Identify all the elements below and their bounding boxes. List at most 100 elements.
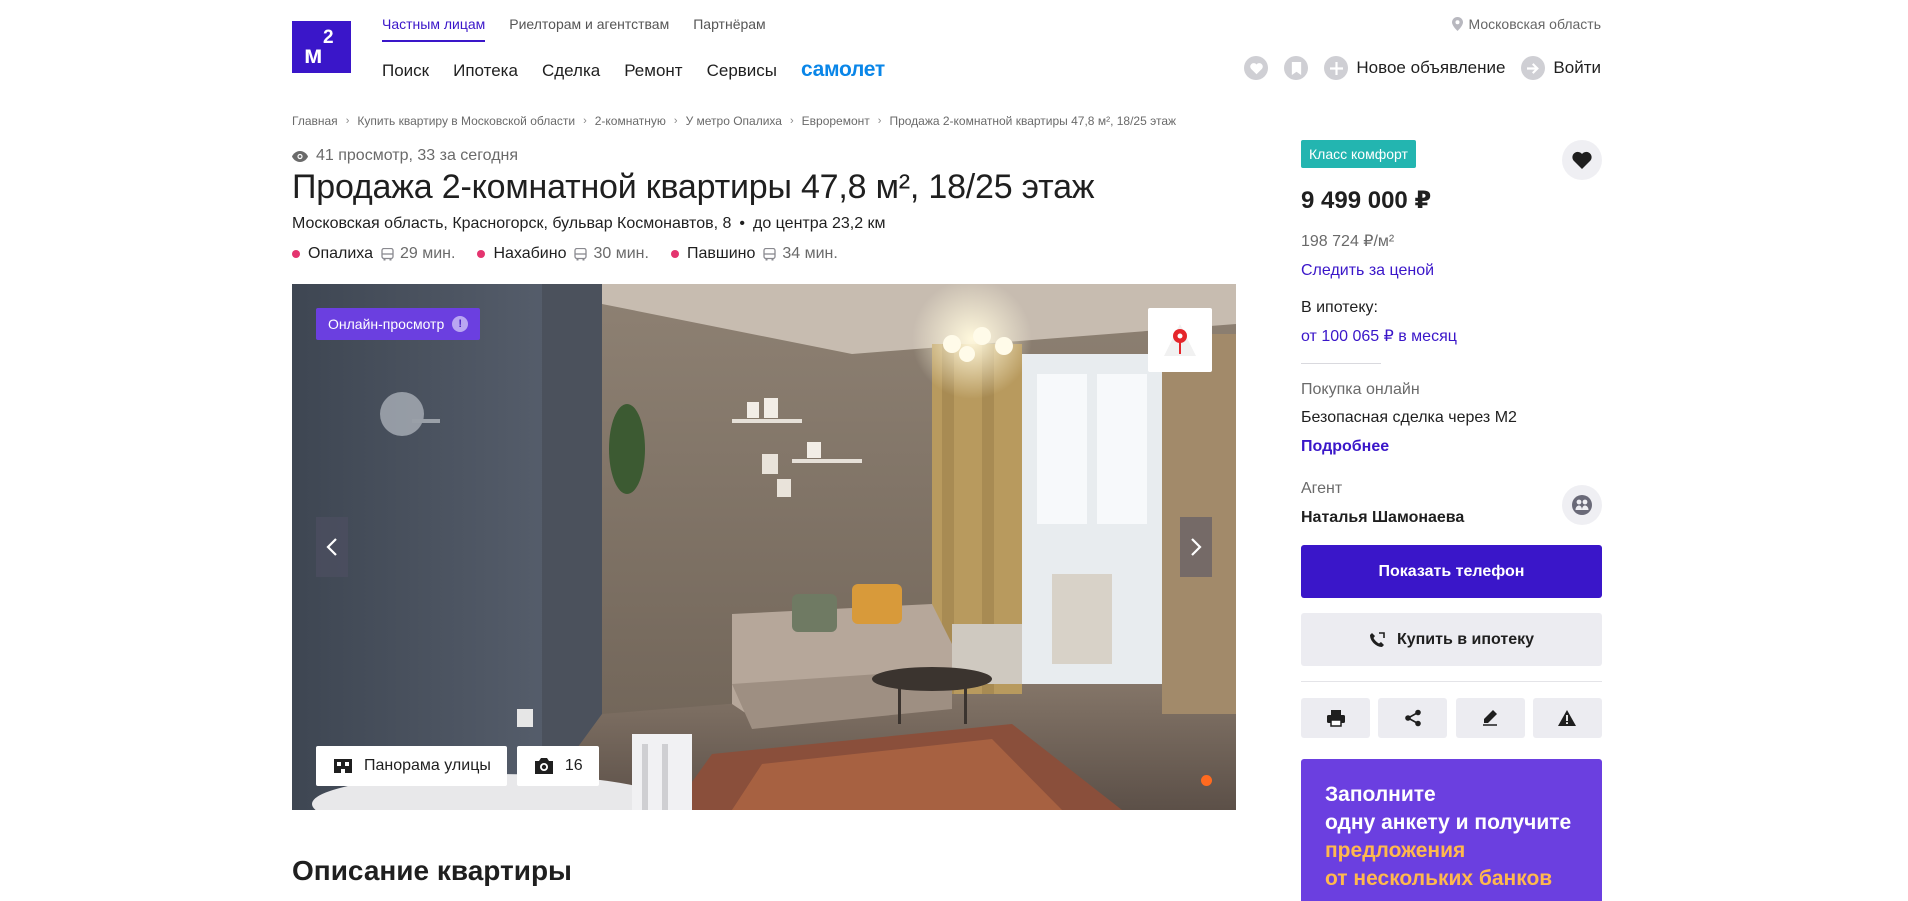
gallery-actions: Панорама улицы 16 xyxy=(316,746,599,786)
chevron-right-icon: › xyxy=(789,115,794,127)
show-phone-button[interactable]: Показать телефон xyxy=(1301,545,1602,598)
add-to-favorites-button[interactable] xyxy=(1562,140,1602,180)
metro-time-value: 29 мин. xyxy=(400,245,456,262)
map-button[interactable] xyxy=(1148,308,1212,372)
more-details-link[interactable]: Подробнее xyxy=(1301,438,1389,456)
panorama-icon xyxy=(334,759,352,773)
favorites-heart-icon[interactable] xyxy=(1244,56,1269,80)
nav-renovation[interactable]: Ремонт xyxy=(624,61,682,81)
crumb-renovation[interactable]: Евроремонт xyxy=(802,114,870,128)
agent-label: Агент xyxy=(1301,480,1343,497)
metro-item: Нахабино 30 мин. xyxy=(477,245,649,263)
logo-letter: м xyxy=(304,41,323,69)
class-badge: Класс комфорт xyxy=(1301,140,1416,168)
photos-button[interactable]: 16 xyxy=(516,746,599,786)
new-ad-label: Новое объявление xyxy=(1356,58,1506,77)
online-view-badge[interactable]: Онлайн-просмотр ! xyxy=(316,308,481,340)
agent-name[interactable]: Наталья Шамонаева xyxy=(1301,509,1464,527)
divider xyxy=(1301,681,1602,682)
breadcrumb: Главная › Купить квартиру в Московской о… xyxy=(292,114,1176,128)
region-selector[interactable]: Московская область xyxy=(1451,16,1601,32)
watch-price-link[interactable]: Следить за ценой xyxy=(1301,262,1434,280)
login-label: Войти xyxy=(1553,58,1601,77)
online-view-label: Онлайн-просмотр xyxy=(328,316,445,332)
logo-superscript: 2 xyxy=(323,27,334,48)
metro-item: Опалиха 29 мин. xyxy=(292,245,455,263)
chevron-right-icon xyxy=(1191,538,1202,556)
login-arrow-icon xyxy=(1521,56,1546,80)
address: Московская область, Красногорск, бульвар… xyxy=(292,215,886,233)
promo-line-accent: от нескольких банков xyxy=(1325,867,1553,890)
chevron-right-icon: › xyxy=(673,115,678,127)
bus-icon xyxy=(574,247,588,260)
description-heading: Описание квартиры xyxy=(292,855,572,886)
warning-icon xyxy=(1558,710,1577,726)
heart-icon xyxy=(1572,151,1592,169)
partner-samolet-link[interactable]: самолет xyxy=(801,58,885,82)
chevron-right-icon: › xyxy=(345,115,350,127)
address-house[interactable]: 8 xyxy=(722,215,731,233)
nav-deal[interactable]: Сделка xyxy=(542,61,600,81)
info-icon[interactable]: ! xyxy=(452,316,469,332)
metro-dot-icon xyxy=(477,250,486,258)
views-counter: 41 просмотр, 33 за сегодня xyxy=(292,147,518,165)
buy-mortgage-button[interactable]: Купить в ипотеку xyxy=(1301,613,1602,666)
page-title: Продажа 2-комнатной квартиры 47,8 м², 18… xyxy=(292,168,1095,206)
divider xyxy=(1301,363,1381,364)
gallery-next-button[interactable] xyxy=(1180,517,1212,577)
header-actions: Новое объявление Войти xyxy=(1244,56,1601,80)
photo-count: 16 xyxy=(564,757,583,774)
address-region[interactable]: Московская область, xyxy=(292,215,448,233)
nav-mortgage[interactable]: Ипотека xyxy=(453,61,518,81)
photo-gallery[interactable]: Онлайн-просмотр ! Панорама улицы 16 xyxy=(292,284,1236,810)
bus-icon xyxy=(381,247,394,260)
login-button[interactable]: Войти xyxy=(1521,56,1601,80)
eye-icon xyxy=(292,150,308,162)
tab-private[interactable]: Частным лицам xyxy=(382,16,486,42)
crumb-two-room[interactable]: 2-комнатную xyxy=(595,114,666,128)
report-button[interactable] xyxy=(1532,698,1602,738)
chevron-right-icon: › xyxy=(583,115,587,127)
new-ad-button[interactable]: Новое объявление xyxy=(1324,56,1505,80)
chevron-right-icon: › xyxy=(877,115,882,127)
audience-tabs: Частным лицам Риелторам и агентствам Пар… xyxy=(382,16,766,42)
nav-services[interactable]: Сервисы xyxy=(707,61,777,81)
crumb-metro[interactable]: У метро Опалиха xyxy=(686,114,782,128)
phone-call-icon xyxy=(1369,631,1385,647)
tab-partners[interactable]: Партнёрам xyxy=(693,16,765,42)
metro-dot-icon xyxy=(670,250,679,258)
buy-mortgage-label: Купить в ипотеку xyxy=(1396,630,1535,648)
mortgage-payment-link[interactable]: от 100 065 ₽ в месяц xyxy=(1301,326,1457,346)
crumb-current: Продажа 2-комнатной квартиры 47,8 м², 18… xyxy=(889,114,1177,128)
tab-realtors[interactable]: Риелторам и агентствам xyxy=(509,16,669,42)
region-label: Московская область xyxy=(1468,16,1601,32)
bank-offers-promo[interactable]: Заполните одну анкету и получите предлож… xyxy=(1301,759,1602,901)
print-button[interactable] xyxy=(1301,698,1370,738)
distance-to-center: до центра 23,2 км xyxy=(753,215,886,232)
listing-tools xyxy=(1301,698,1602,738)
address-city[interactable]: Красногорск, xyxy=(452,215,548,233)
address-street[interactable]: бульвар Космонавтов, xyxy=(552,215,718,233)
main-nav: Поиск Ипотека Сделка Ремонт Сервисы само… xyxy=(382,58,885,82)
street-panorama-button[interactable]: Панорама улицы xyxy=(316,746,507,786)
metro-time: 29 мин. xyxy=(381,245,455,263)
saved-bookmark-icon[interactable] xyxy=(1284,56,1309,80)
panorama-label: Панорама улицы xyxy=(364,757,491,774)
gallery-prev-button[interactable] xyxy=(316,517,348,577)
location-pin-icon xyxy=(1451,17,1463,31)
metro-name: Опалиха xyxy=(308,245,373,262)
apartment-photo xyxy=(292,284,1236,810)
edit-button[interactable] xyxy=(1455,698,1525,738)
promo-line-accent: предложения xyxy=(1325,839,1466,862)
share-button[interactable] xyxy=(1378,698,1448,738)
crumb-home[interactable]: Главная xyxy=(292,114,338,128)
address-separator: • xyxy=(739,215,745,232)
nav-search[interactable]: Поиск xyxy=(382,61,429,81)
views-text: 41 просмотр, 33 за сегодня xyxy=(316,147,519,164)
chevron-left-icon xyxy=(326,538,337,556)
site-logo[interactable]: м 2 xyxy=(292,21,351,73)
agent-avatar[interactable] xyxy=(1562,485,1602,525)
slide-indicator xyxy=(1201,775,1212,786)
metro-list: Опалиха 29 мин. Нахабино 30 мин. Павшино… xyxy=(292,245,838,263)
crumb-buy-region[interactable]: Купить квартиру в Московской области xyxy=(357,114,575,128)
